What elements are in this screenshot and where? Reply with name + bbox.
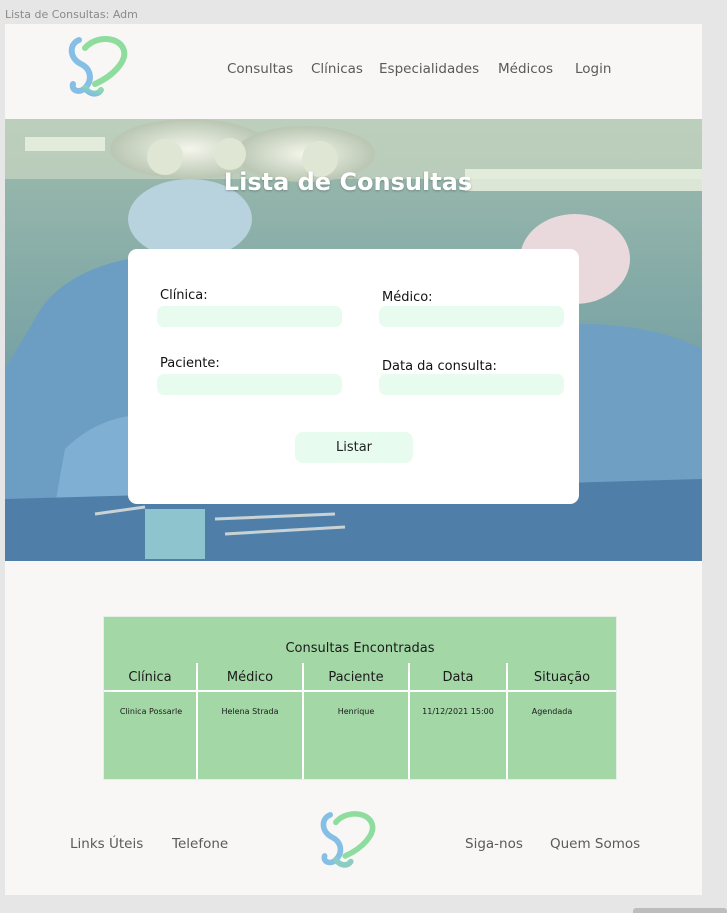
nav-medicos[interactable]: Médicos	[498, 61, 553, 77]
results-title: Consultas Encontradas	[285, 641, 435, 656]
paciente-label: Paciente:	[160, 356, 220, 371]
column-header-paciente: Paciente	[328, 670, 384, 685]
paciente-input[interactable]	[157, 374, 342, 395]
data-consulta-input[interactable]	[379, 374, 564, 395]
cell-situacao: Agendada	[531, 707, 573, 716]
nav-clinicas[interactable]: Clínicas	[311, 61, 363, 77]
logo-icon[interactable]	[67, 36, 129, 100]
column-header-data: Data	[442, 670, 474, 685]
cell-medico: Helena Strada	[221, 707, 279, 716]
footer-logo-icon[interactable]	[319, 811, 377, 871]
listar-button[interactable]: Listar	[295, 432, 413, 463]
hero-banner: Lista de Consultas Clínica: Médico: Paci…	[5, 119, 702, 561]
page-title: Lista de Consultas	[223, 168, 473, 196]
clinica-label: Clínica:	[160, 288, 208, 303]
column-header-clinica: Clínica	[128, 670, 172, 685]
frame-label: Lista de Consultas: Adm	[5, 8, 138, 21]
scrollbar[interactable]	[633, 908, 727, 913]
data-consulta-label: Data da consulta:	[382, 359, 497, 374]
nav-especialidades[interactable]: Especialidades	[379, 61, 479, 77]
column-header-situacao: Situação	[533, 670, 591, 685]
footer-telefone[interactable]: Telefone	[172, 836, 228, 852]
nav-consultas[interactable]: Consultas	[227, 61, 293, 77]
header: Consultas Clínicas Especialidades Médico…	[5, 24, 702, 119]
filter-form: Clínica: Médico: Paciente: Data da consu…	[128, 249, 579, 504]
results-table: Consultas Encontradas Clínica Médico Pac…	[103, 616, 617, 780]
medico-label: Médico:	[382, 290, 433, 305]
cell-data: 11/12/2021 15:00	[422, 707, 494, 716]
medico-input[interactable]	[379, 306, 564, 327]
footer-links-uteis[interactable]: Links Úteis	[70, 836, 143, 852]
nav-login[interactable]: Login	[575, 61, 611, 77]
header-divider	[104, 690, 616, 692]
cell-paciente: Henrique	[337, 707, 375, 716]
clinica-input[interactable]	[157, 306, 342, 327]
cell-clinica: Clinica Possarle	[119, 707, 183, 716]
footer-siga-nos[interactable]: Siga-nos	[465, 836, 523, 852]
column-header-medico: Médico	[226, 670, 274, 685]
footer-quem-somos[interactable]: Quem Somos	[550, 836, 640, 852]
page: Consultas Clínicas Especialidades Médico…	[5, 24, 702, 895]
